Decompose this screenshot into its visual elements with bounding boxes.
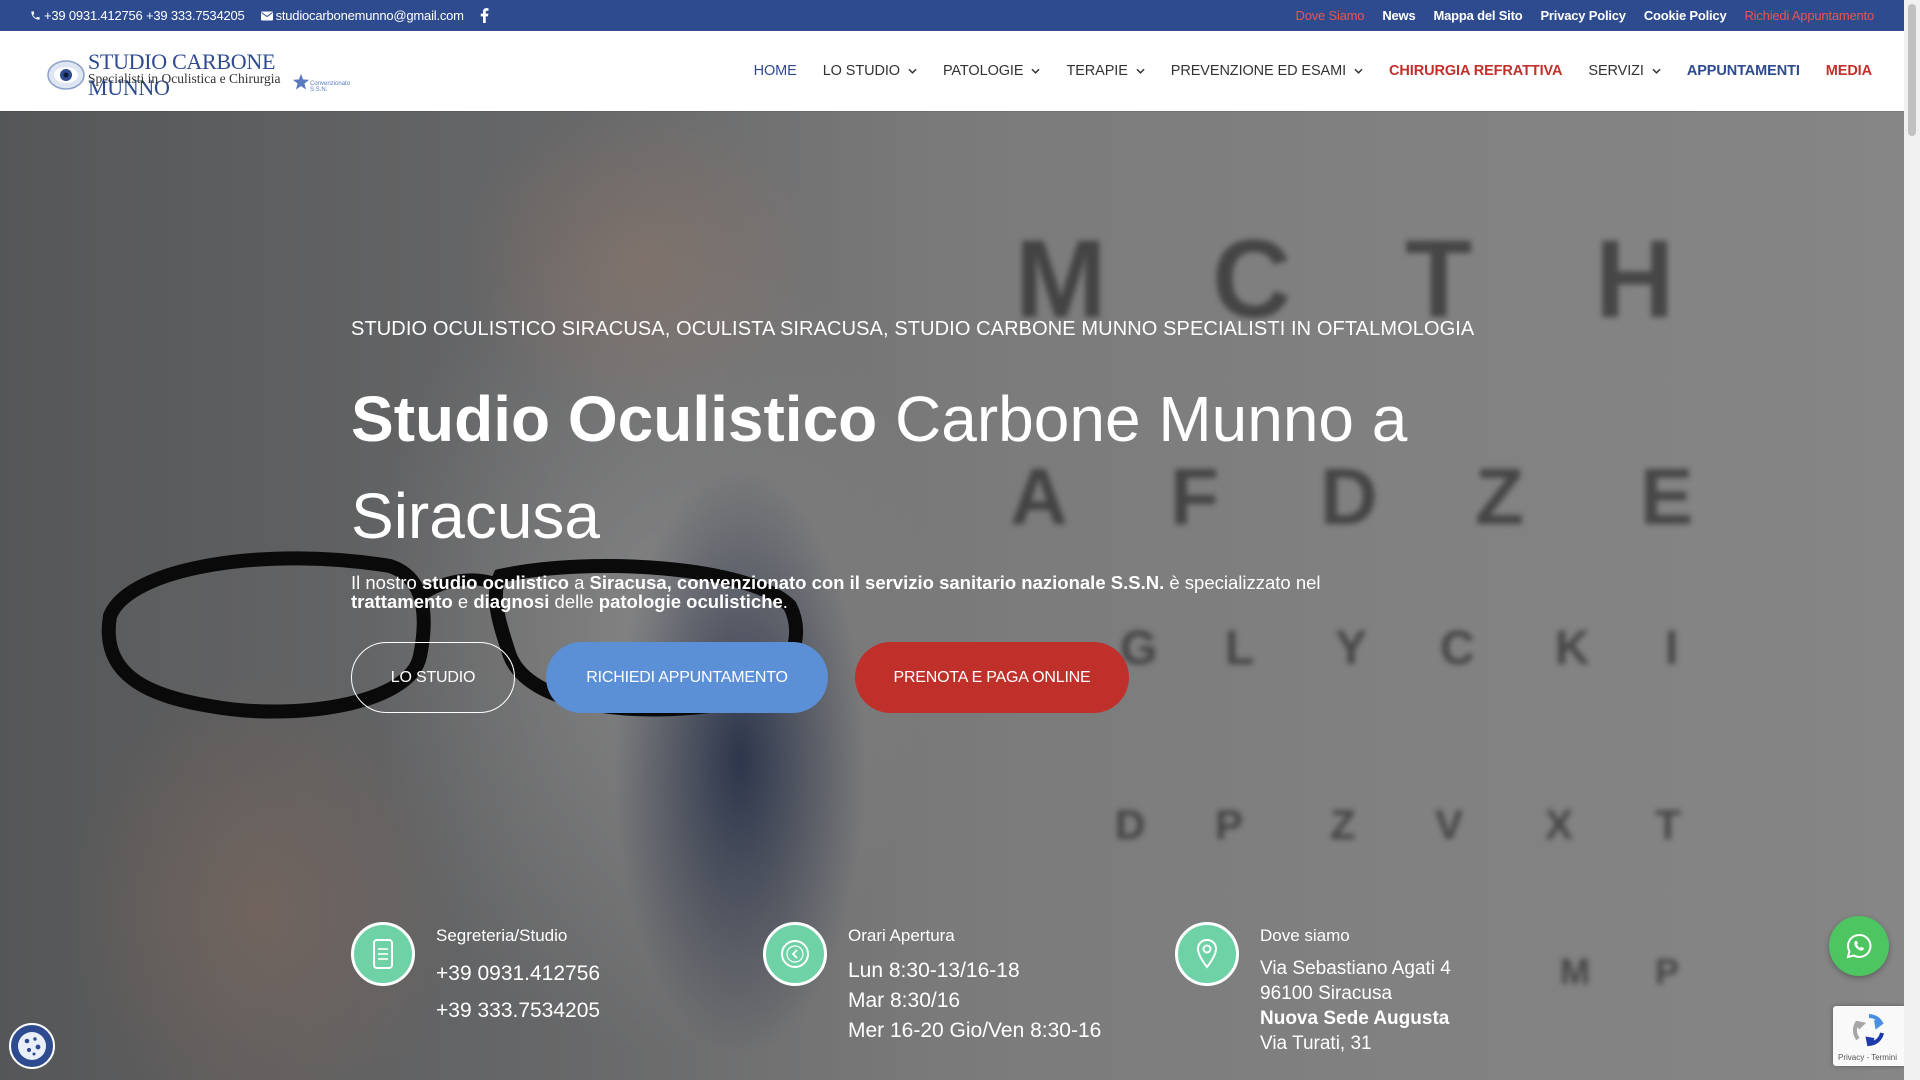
nav-terapie[interactable]: TERAPIE	[1066, 63, 1145, 79]
logo-ssn-badge: Convenzionato S.S.N.	[310, 81, 351, 93]
hero-section: M C T H A F D Z E G L Y C K I D P Z V X …	[0, 111, 1904, 1080]
desc-text: è specializzato nel	[1164, 572, 1321, 593]
recaptcha-badge[interactable]: Privacy - Termini	[1833, 1006, 1904, 1066]
cookie-settings-button[interactable]	[9, 1023, 55, 1069]
info-location-line: 96100 Siracusa	[1260, 983, 1393, 1004]
phone-icon	[373, 939, 393, 969]
info-hours-line: Lun 8:30-13/16-18	[848, 959, 1020, 982]
top-bar-contacts: +39 0931.412756 +39 333.7534205 studioca…	[30, 0, 489, 31]
whatsapp-icon	[1846, 933, 1872, 959]
desc-bold: studio oculistico	[421, 572, 569, 593]
nav-lo-studio-label: LO STUDIO	[822, 63, 900, 79]
email-icon	[260, 11, 273, 20]
desc-text: Il nostro	[351, 572, 422, 593]
info-location-line-bold: Nuova Sede Augusta	[1260, 1008, 1450, 1029]
link-dove-siamo[interactable]: Dove Siamo	[1296, 8, 1365, 23]
site-logo[interactable]: STUDIO CARBONE MUNNO Specialisti in Ocul…	[46, 49, 356, 100]
chevron-down-icon	[908, 68, 917, 74]
main-nav: HOME LO STUDIO PATOLOGIE TERAPIE PREVENZ…	[754, 31, 1873, 111]
nav-servizi-label: SERVIZI	[1588, 63, 1644, 79]
desc-bold: Siracusa, convenzionato con il servizio …	[589, 572, 1165, 593]
desc-bold: trattamento	[351, 591, 453, 612]
info-phone-icon-circle	[351, 922, 415, 986]
info-phone-line[interactable]: +39 0931.412756	[436, 962, 600, 986]
top-bar-email[interactable]: studiocarbonemunno@gmail.com	[260, 8, 464, 23]
scrollbar-thumb[interactable]	[1908, 4, 1916, 136]
nav-patologie-label: PATOLOGIE	[942, 63, 1024, 79]
lo-studio-button[interactable]: LO STUDIO	[351, 642, 515, 713]
whatsapp-button[interactable]	[1829, 916, 1889, 976]
hero-kicker: STUDIO OCULISTICO SIRACUSA, OCULISTA SIR…	[351, 318, 1475, 340]
nav-appuntamenti-label: APPUNTAMENTI	[1686, 63, 1800, 79]
nav-media[interactable]: MEDIA	[1826, 63, 1872, 79]
info-location-label: Dove siamo	[1260, 926, 1350, 945]
hero-headline-bold: Studio Oculistico	[351, 383, 878, 455]
info-phone-line[interactable]: +39 333.7534205	[436, 999, 600, 1023]
cookie-icon	[18, 1032, 46, 1060]
nav-terapie-label: TERAPIE	[1066, 63, 1128, 79]
eye-logo-icon	[47, 60, 85, 90]
link-privacy-policy[interactable]: Privacy Policy	[1540, 8, 1626, 23]
nav-prevenzione-label: PREVENZIONE ED ESAMI	[1170, 63, 1347, 79]
link-news[interactable]: News	[1382, 8, 1415, 23]
desc-text: .	[782, 591, 788, 612]
facebook-link[interactable]	[480, 8, 489, 23]
top-bar-links: Dove Siamo News Mappa del Sito Privacy P…	[1296, 0, 1875, 31]
nav-prevenzione-ed-esami[interactable]: PREVENZIONE ED ESAMI	[1171, 63, 1363, 79]
map-pin-icon	[1196, 938, 1218, 969]
top-bar-email-text: studiocarbonemunno@gmail.com	[275, 8, 464, 23]
hero-description: Il nostro studio oculistico a Siracusa, …	[351, 573, 1371, 611]
chevron-down-icon	[1136, 68, 1145, 74]
nav-chirurgia-refrattiva[interactable]: CHIRURGIA REFRATTIVA	[1389, 63, 1562, 79]
nav-patologie[interactable]: PATOLOGIE	[943, 63, 1041, 79]
top-bar-phones-text: +39 0931.412756 +39 333.7534205	[44, 8, 245, 23]
nav-chirurgia-label: CHIRURGIA REFRATTIVA	[1389, 63, 1563, 79]
recaptcha-text[interactable]: Privacy - Termini	[1838, 1053, 1897, 1062]
prenota-e-paga-online-button[interactable]: PRENOTA E PAGA ONLINE	[855, 642, 1129, 713]
desc-text: e	[452, 591, 474, 612]
info-location-line: Via Sebastiano Agati 4	[1260, 958, 1451, 979]
info-phone-label: Segreteria/Studio	[436, 926, 568, 945]
info-hours-line: Mar 8:30/16	[848, 989, 961, 1012]
chevron-down-icon	[1031, 68, 1041, 74]
facebook-icon	[480, 8, 489, 23]
link-cookie-policy[interactable]: Cookie Policy	[1644, 8, 1727, 23]
info-clock-icon-circle	[763, 922, 827, 986]
desc-bold: patologie oculistiche	[598, 591, 783, 612]
richiedi-appuntamento-button[interactable]: RICHIEDI APPUNTAMENTO	[546, 642, 828, 713]
phone-icon	[31, 11, 40, 20]
nav-lo-studio[interactable]: LO STUDIO	[823, 63, 917, 79]
hero-headline: Studio Oculistico Carbone Munno a Siracu…	[351, 371, 1551, 565]
info-hours-label: Orari Apertura	[848, 926, 955, 945]
top-bar: +39 0931.412756 +39 333.7534205 studioca…	[0, 0, 1904, 31]
nav-appuntamenti[interactable]: APPUNTAMENTI	[1687, 63, 1800, 79]
chevron-down-icon	[1354, 68, 1363, 74]
ssn-star-icon	[292, 73, 310, 90]
page-scrollbar[interactable]	[1904, 0, 1920, 1080]
chevron-down-icon	[1652, 68, 1661, 74]
info-hours-line: Mer 16-20 Gio/Ven 8:30-16	[848, 1019, 1102, 1042]
nav-home[interactable]: HOME	[754, 63, 797, 79]
recaptcha-icon	[1852, 1014, 1884, 1047]
desc-text: delle	[549, 591, 599, 612]
clock-icon	[781, 940, 809, 968]
top-bar-phones[interactable]: +39 0931.412756 +39 333.7534205	[30, 8, 245, 23]
link-richiedi-appuntamento[interactable]: Richiedi Appuntamento	[1744, 8, 1874, 23]
info-location-line: Via Turati, 31	[1260, 1033, 1372, 1054]
desc-text: a	[568, 572, 590, 593]
link-mappa-del-sito[interactable]: Mappa del Sito	[1434, 8, 1523, 23]
nav-media-label: MEDIA	[1825, 63, 1872, 79]
nav-home-label: HOME	[753, 63, 797, 79]
logo-subtitle: Specialisti in Oculistica e Chirurgia	[88, 71, 281, 86]
desc-bold: diagnosi	[473, 591, 550, 612]
main-header: STUDIO CARBONE MUNNO Specialisti in Ocul…	[0, 31, 1904, 111]
nav-servizi[interactable]: SERVIZI	[1588, 63, 1661, 79]
info-location-icon-circle	[1175, 922, 1239, 986]
